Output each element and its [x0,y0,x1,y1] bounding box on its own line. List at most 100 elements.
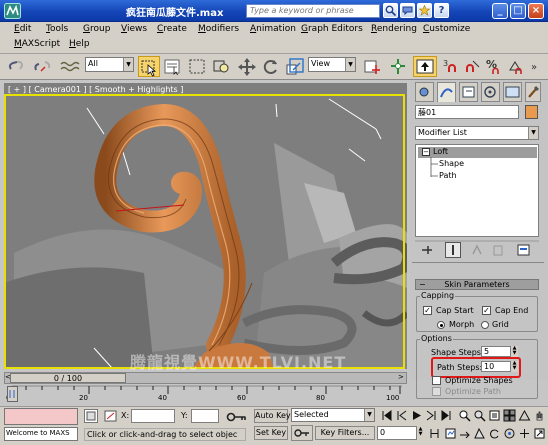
spinner-arrows-icon[interactable]: ▲ ▼ [511,346,518,357]
close-button[interactable]: × [528,3,544,19]
zoom-extents-icon[interactable] [488,409,501,422]
toolbar-more-icon[interactable]: » [527,56,545,77]
menu-help[interactable]: Help [69,39,90,49]
menu-modifiers[interactable]: Modifiers [198,24,239,34]
select-object-icon[interactable] [138,56,160,77]
make-unique-icon[interactable] [470,243,485,257]
select-and-link-icon[interactable] [6,56,28,77]
spinner-arrows-icon[interactable]: ▲ ▼ [417,427,424,439]
select-and-manipulate-icon[interactable] [387,56,409,77]
next-frame-icon[interactable] [425,409,438,422]
object-color-swatch[interactable] [525,105,538,119]
slider-next-icon[interactable]: > [398,373,406,383]
roll-camera-icon[interactable] [488,427,501,440]
search-icon[interactable] [383,3,398,18]
search-input[interactable]: Type a keyword or phrase [246,4,380,18]
go-to-start-icon[interactable] [380,409,393,422]
field-of-view-icon[interactable] [518,409,531,422]
previous-frame-icon[interactable] [395,409,408,422]
menu-graph-editors[interactable]: Graph Editors [301,24,363,34]
maximize-button[interactable]: □ [510,3,526,19]
collapse-icon[interactable]: − [422,148,430,156]
reference-coordinate-dropdown[interactable]: View ▼ [308,57,356,72]
show-end-result-icon[interactable] [445,242,461,258]
unlink-selection-icon[interactable] [32,56,54,77]
tab-modify[interactable] [437,82,456,102]
orbit-camera-icon[interactable] [503,427,516,440]
play-icon[interactable] [410,409,423,422]
track-bar[interactable]: 0 20 40 60 80 100 [4,384,407,406]
tab-display[interactable] [503,82,522,102]
object-name-field[interactable]: 藤01 [415,105,519,119]
menu-tools[interactable]: Tools [46,24,68,34]
auto-key-button[interactable]: Auto Key [254,409,291,423]
key-filters-button[interactable]: Key Filters... [315,426,375,440]
remove-modifier-icon[interactable] [491,243,506,257]
zoom-all-icon[interactable] [473,409,486,422]
stack-item-path[interactable]: Path [439,171,457,180]
x-coord-field[interactable] [131,409,175,423]
bind-to-space-warp-icon[interactable] [58,56,80,77]
pan-view-icon[interactable] [533,409,546,422]
dolly-camera-icon[interactable] [458,427,471,440]
help-icon[interactable]: ? [434,3,449,18]
minimize-button[interactable]: _ [492,3,508,19]
viewport-label[interactable]: [ + ] [ Camera001 ] [ Smooth + Highlight… [8,85,183,94]
select-and-move-icon[interactable] [236,56,258,77]
perspective-icon[interactable] [473,427,486,440]
key-mode-dropdown[interactable]: Selected ▼ [291,408,375,422]
communication-icon[interactable] [400,3,415,18]
stack-item-shape[interactable]: Shape [439,159,464,168]
rectangular-selection-icon[interactable] [186,56,208,77]
time-configuration-icon[interactable] [444,427,457,440]
select-and-scale-icon[interactable] [284,56,306,77]
favorites-icon[interactable] [417,3,432,18]
key-mode-toggle-icon[interactable] [428,427,441,440]
maxscript-listener-mini[interactable] [4,408,78,425]
set-key-button[interactable]: Set Key [254,426,288,440]
truck-camera-icon[interactable] [518,427,531,440]
spinner-snap-icon[interactable] [506,56,526,77]
menu-animation[interactable]: Animation [250,24,296,34]
window-crossing-icon[interactable] [210,56,232,77]
use-pivot-center-icon[interactable] [361,56,383,77]
y-coord-field[interactable] [191,409,219,423]
tab-hierarchy[interactable] [459,82,478,102]
cap-start-checkbox[interactable]: ✓ [423,306,432,315]
tab-create[interactable] [415,82,434,102]
shape-steps-spinner[interactable]: 5 [481,346,511,357]
menu-maxscript[interactable]: MAXScript [14,39,60,49]
select-by-name-icon[interactable] [162,56,184,77]
menu-edit[interactable]: Edit [14,24,31,34]
menu-group[interactable]: Group [83,24,110,34]
modifier-list-dropdown[interactable]: Modifier List ▼ [415,126,539,140]
angle-snap-icon[interactable] [463,56,481,77]
configure-modifier-sets-icon[interactable] [516,243,532,257]
current-frame-field[interactable]: 0 [377,426,417,440]
key-icon[interactable] [226,410,248,424]
selection-lock-icon[interactable] [84,409,98,423]
menu-rendering[interactable]: Rendering [371,24,417,34]
morph-radio[interactable] [437,321,445,329]
skin-parameters-rollout[interactable]: − Skin Parameters [415,279,539,290]
mini-curve-editor-toggle[interactable] [7,386,18,402]
menu-views[interactable]: Views [121,24,147,34]
keyboard-shortcut-override-icon[interactable] [413,56,437,77]
zoom-icon[interactable] [458,409,471,422]
pin-stack-icon[interactable] [419,243,434,257]
app-logo-icon[interactable] [4,3,21,19]
absolute-mode-icon[interactable] [104,409,118,423]
go-to-end-icon[interactable] [440,409,453,422]
maximize-viewport-icon[interactable] [533,427,546,440]
optimize-shapes-checkbox[interactable] [432,376,441,385]
maxscript-listener-text[interactable]: Welcome to MAXS [4,427,78,441]
snaps-toggle-icon[interactable]: 3 [443,56,459,77]
tab-utilities[interactable] [525,82,541,102]
set-keys-icon[interactable] [291,425,313,441]
tab-motion[interactable] [481,82,500,102]
time-slider-thumb[interactable]: 0 / 100 [10,373,126,383]
menu-create[interactable]: Create [157,24,187,34]
percent-snap-icon[interactable]: % [484,56,504,77]
selection-filter-dropdown[interactable]: All ▼ [85,57,134,72]
zoom-extents-all-icon[interactable] [503,409,516,422]
